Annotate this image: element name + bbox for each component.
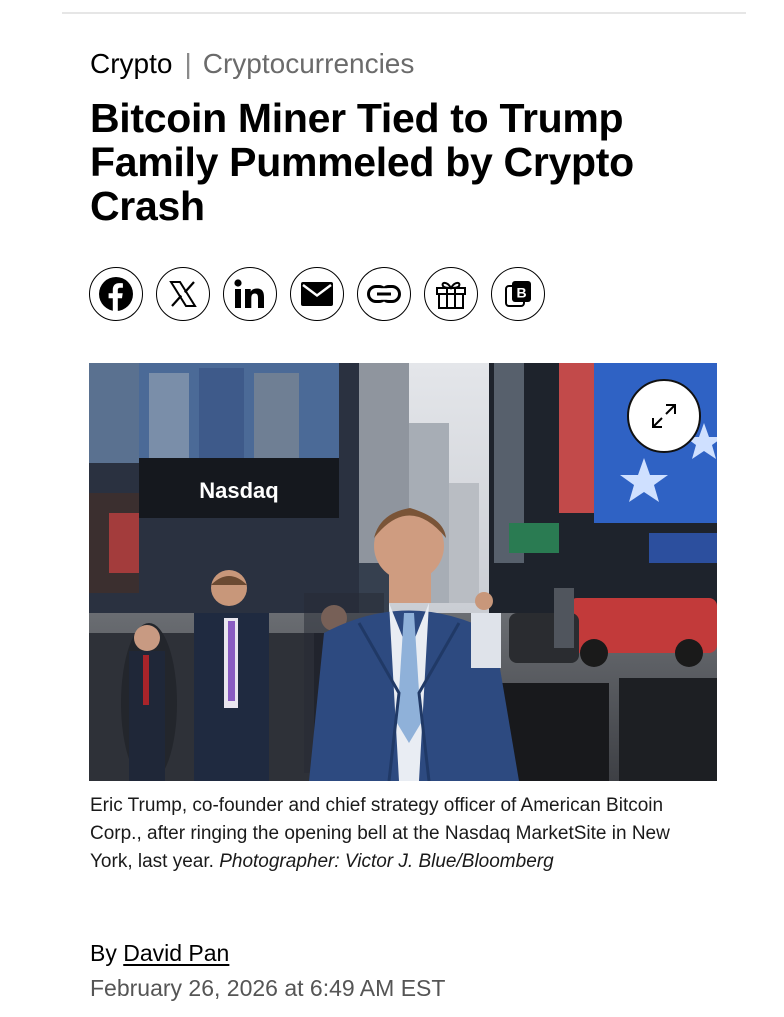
gift-icon [436, 281, 466, 309]
byline: By David Pan [90, 938, 229, 968]
publish-date: February 26, 2026 at 6:49 AM EST [90, 975, 446, 1001]
share-gift-button[interactable] [424, 267, 478, 321]
breadcrumb: Crypto | Cryptocurrencies [90, 47, 414, 81]
linkedin-icon [234, 279, 264, 308]
share-x-button[interactable] [156, 267, 210, 321]
photo-caption: Eric Trump, co-founder and chief strateg… [90, 792, 710, 876]
nasdaq-sign-text: Nasdaq [199, 478, 278, 503]
author-link[interactable]: David Pan [123, 940, 229, 966]
share-copy-link-button[interactable] [357, 267, 411, 321]
article-photo: Nasdaq [89, 363, 717, 781]
email-icon [301, 282, 333, 306]
top-divider [62, 12, 746, 14]
share-bookmark-button[interactable]: B [491, 267, 545, 321]
link-icon [367, 285, 401, 303]
byline-prefix: By [90, 940, 124, 966]
share-email-button[interactable] [290, 267, 344, 321]
svg-text:B: B [516, 285, 526, 301]
bookmark-b-icon: B [505, 281, 531, 307]
expand-photo-button[interactable] [627, 379, 701, 453]
breadcrumb-separator: | [184, 48, 192, 79]
times-square-scene: Nasdaq [89, 363, 717, 781]
x-icon [169, 281, 197, 307]
breadcrumb-crypto-link[interactable]: Crypto [90, 48, 172, 79]
share-facebook-button[interactable] [89, 267, 143, 321]
expand-arrows-icon [652, 404, 676, 428]
breadcrumb-cryptocurrencies-link[interactable]: Cryptocurrencies [203, 48, 415, 79]
photo-credit: Photographer: Victor J. Blue/Bloomberg [219, 851, 554, 872]
share-bar: B [89, 267, 558, 323]
facebook-icon [99, 277, 133, 311]
article-headline: Bitcoin Miner Tied to Trump Family Pumme… [90, 95, 634, 229]
share-linkedin-button[interactable] [223, 267, 277, 321]
